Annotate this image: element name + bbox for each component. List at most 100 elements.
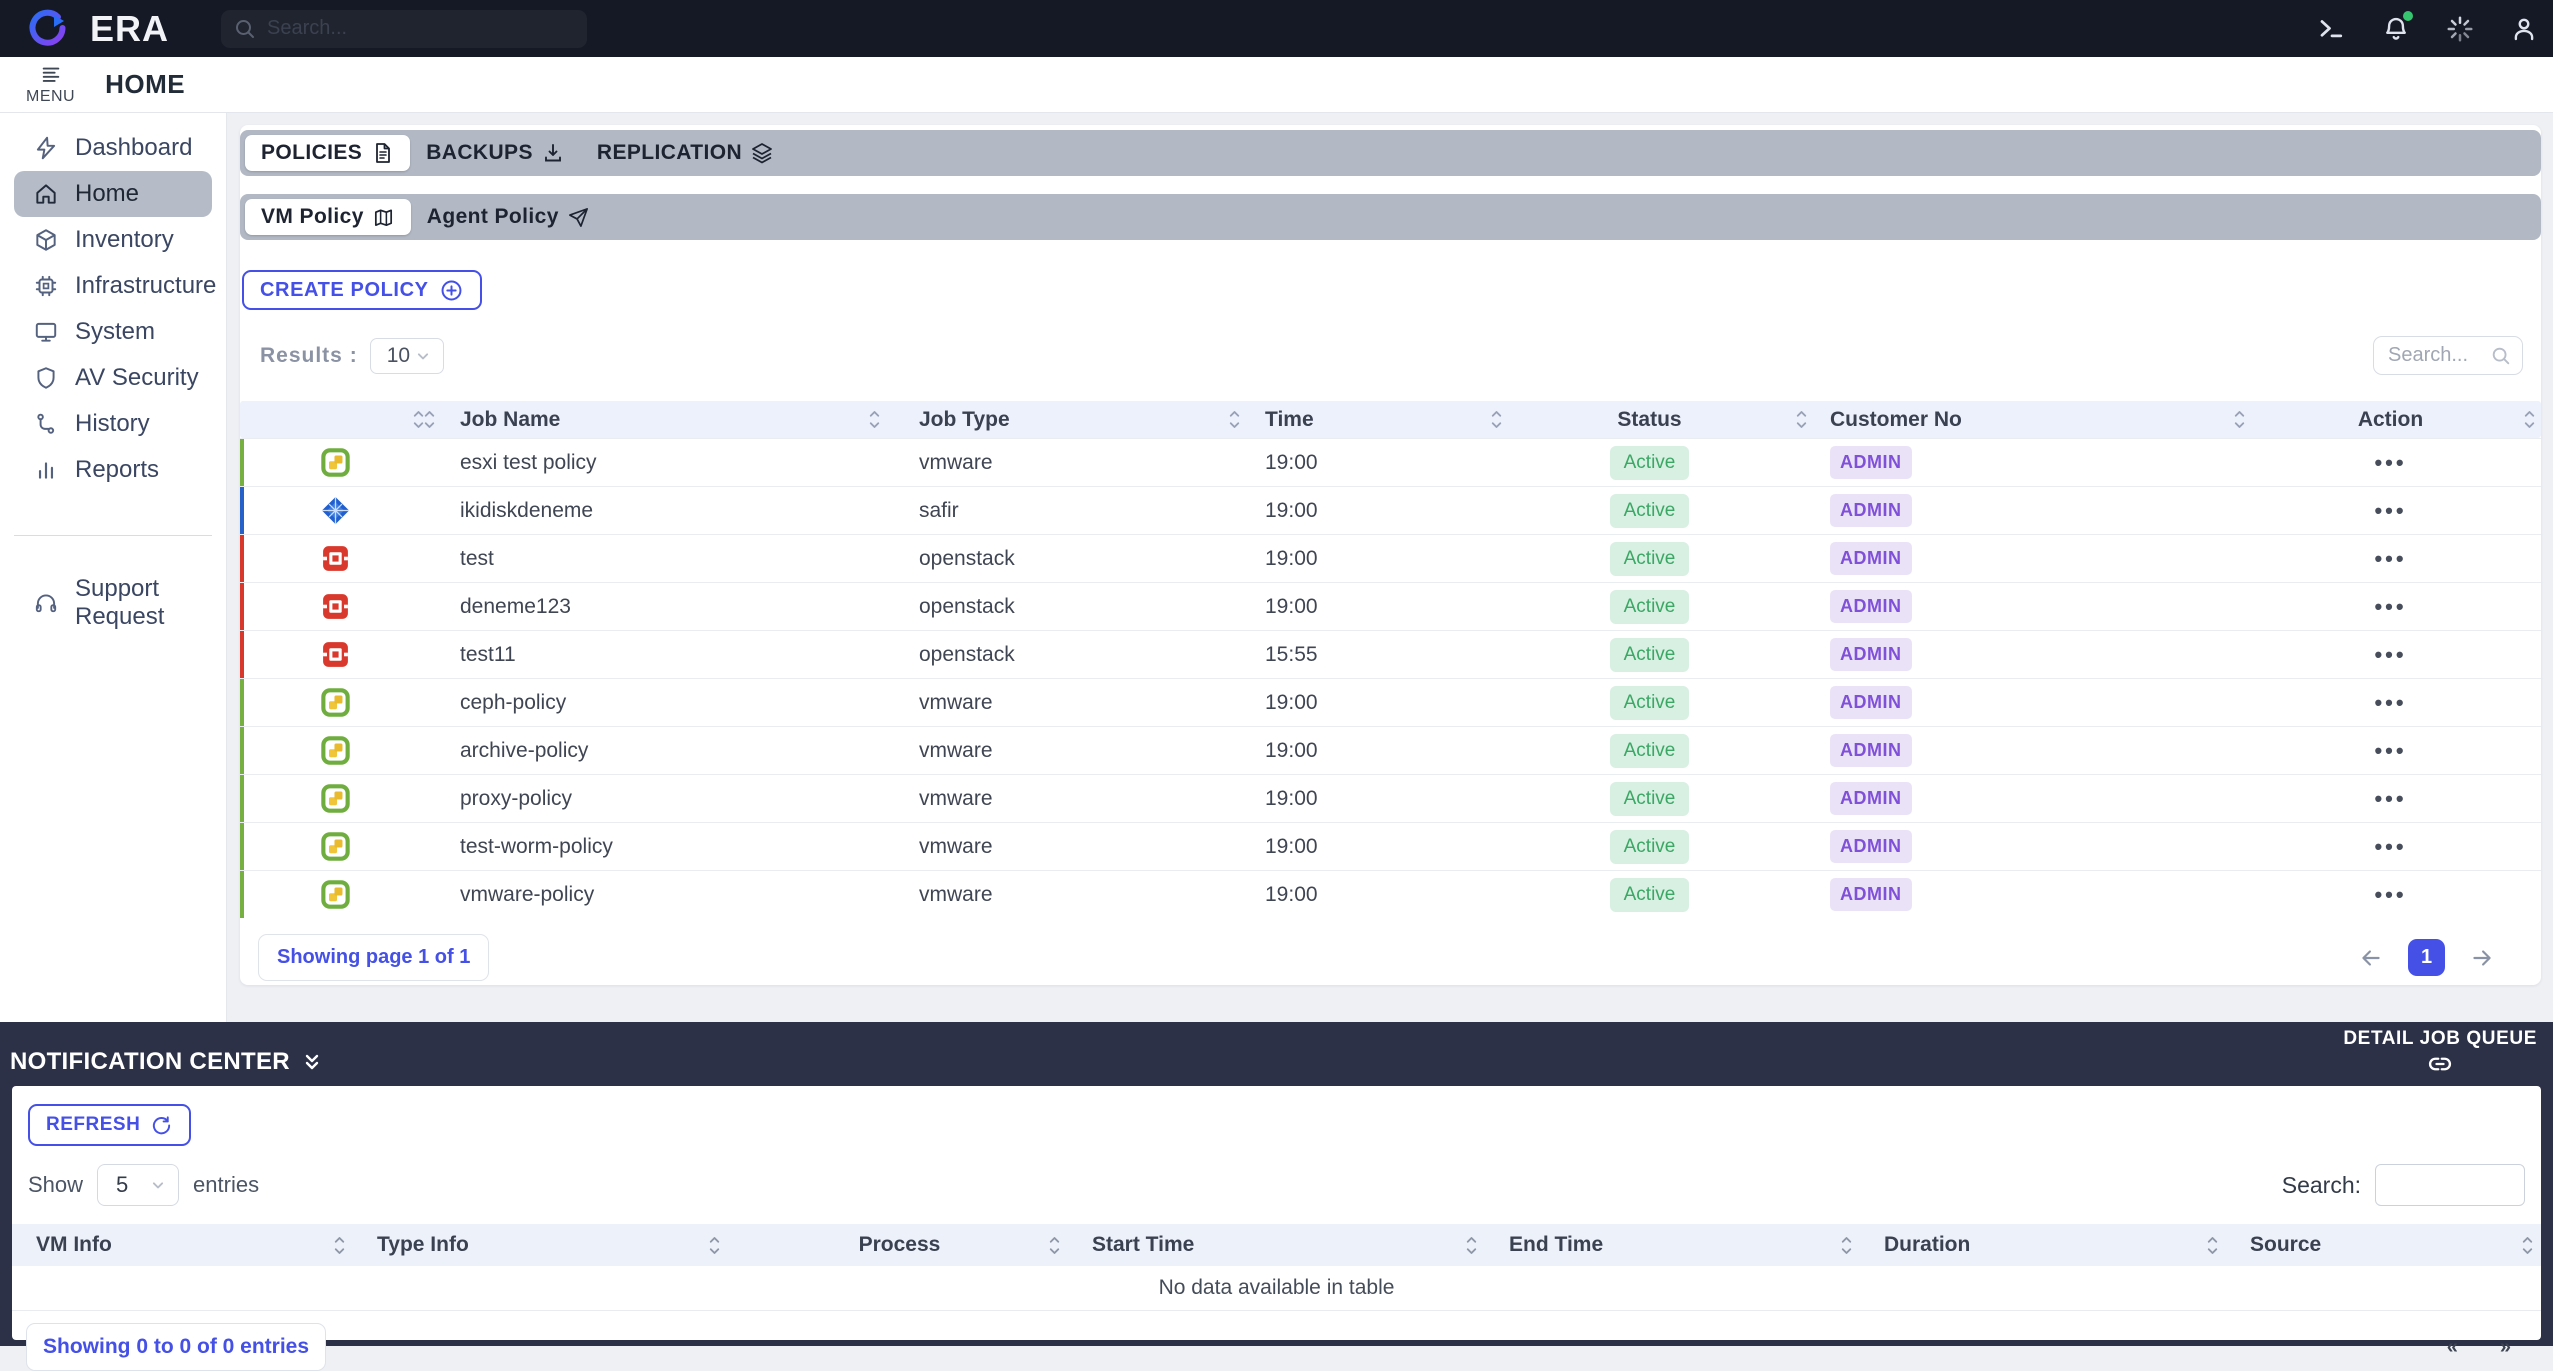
sidebar-item-inventory[interactable]: Inventory — [14, 217, 212, 263]
sort-icon[interactable] — [2205, 1234, 2220, 1257]
row-actions-button[interactable]: ••• — [2374, 498, 2406, 524]
menu-toggle-label: MENU — [26, 88, 75, 106]
job-type-icon-cell — [240, 439, 430, 486]
column-header-type-info[interactable]: Type Info — [353, 1224, 728, 1266]
column-header-end-time[interactable]: End Time — [1485, 1224, 1860, 1266]
job-name-cell: archive-policy — [430, 727, 875, 774]
column-header-action[interactable]: Action — [2240, 401, 2541, 438]
show-label: Show — [28, 1172, 83, 1198]
column-header-duration[interactable]: Duration — [1860, 1224, 2226, 1266]
sort-icon[interactable] — [422, 408, 437, 431]
table-search-input[interactable] — [2388, 344, 2488, 367]
column-header-customer-no[interactable]: Customer No — [1802, 401, 2240, 438]
sidebar-item-system[interactable]: System — [14, 309, 212, 355]
sidebar-item-dashboard[interactable]: Dashboard — [14, 125, 212, 171]
row-actions-button[interactable]: ••• — [2374, 834, 2406, 860]
status-cell: Active — [1497, 631, 1802, 678]
results-per-page-select[interactable]: 10 — [370, 338, 444, 374]
column-header-source[interactable]: Source — [2226, 1224, 2541, 1266]
entries-per-page-select[interactable]: 5 — [97, 1164, 179, 1206]
table-row[interactable]: proxy-policy vmware 19:00 Active ADMIN •… — [240, 774, 2541, 822]
global-search-input[interactable] — [267, 17, 557, 40]
row-actions-button[interactable]: ••• — [2374, 450, 2406, 476]
status-badge: Active — [1610, 734, 1690, 768]
create-policy-button[interactable]: CREATE POLICY — [242, 270, 482, 310]
sort-icon[interactable] — [1227, 408, 1242, 431]
tab-replication[interactable]: REPLICATION — [581, 135, 790, 171]
openstack-icon — [320, 591, 351, 622]
sort-icon[interactable] — [1464, 1234, 1479, 1257]
table-row[interactable]: test openstack 19:00 Active ADMIN ••• — [240, 534, 2541, 582]
sort-icon[interactable] — [1047, 1234, 1062, 1257]
user-icon[interactable] — [2509, 14, 2539, 44]
table-row[interactable]: deneme123 openstack 19:00 Active ADMIN •… — [240, 582, 2541, 630]
prev-page-icon[interactable] — [2358, 945, 2384, 971]
page-number-button[interactable]: 1 — [2408, 939, 2445, 976]
spinner-icon[interactable] — [2445, 14, 2475, 44]
row-actions-button[interactable]: ••• — [2374, 882, 2406, 908]
row-actions-button[interactable]: ••• — [2374, 690, 2406, 716]
refresh-button[interactable]: REFRESH — [28, 1104, 191, 1146]
customer-cell: ADMIN — [1802, 823, 2240, 870]
table-row[interactable]: test-worm-policy vmware 19:00 Active ADM… — [240, 822, 2541, 870]
sort-icon[interactable] — [1489, 408, 1504, 431]
global-search[interactable] — [221, 10, 587, 48]
tab-policies[interactable]: POLICIES — [245, 135, 410, 171]
sort-icon[interactable] — [2520, 1234, 2535, 1257]
sidebar-item-home[interactable]: Home — [14, 171, 212, 217]
notifications-button[interactable] — [2381, 14, 2411, 44]
column-header-process[interactable]: Process — [728, 1224, 1068, 1266]
menu-toggle-button[interactable]: MENU — [26, 64, 75, 106]
sort-icon[interactable] — [332, 1234, 347, 1257]
column-header-start-time[interactable]: Start Time — [1068, 1224, 1485, 1266]
sidebar-item-av-security[interactable]: AV Security — [14, 355, 212, 401]
row-type-stripe — [240, 871, 244, 918]
table-row[interactable]: esxi test policy vmware 19:00 Active ADM… — [240, 438, 2541, 486]
row-actions-button[interactable]: ••• — [2374, 594, 2406, 620]
app-logo-icon[interactable] — [28, 9, 68, 49]
sidebar-item-infrastructure[interactable]: Infrastructure — [14, 263, 212, 309]
row-actions-button[interactable]: ••• — [2374, 642, 2406, 668]
queue-search-input[interactable] — [2375, 1164, 2525, 1206]
tab-agent-policy[interactable]: Agent Policy — [411, 199, 606, 235]
table-row[interactable]: vmware-policy vmware 19:00 Active ADMIN … — [240, 870, 2541, 918]
table-row[interactable]: archive-policy vmware 19:00 Active ADMIN… — [240, 726, 2541, 774]
column-header-time[interactable]: Time — [1235, 401, 1497, 438]
column-header-job-name[interactable]: Job Name — [430, 401, 875, 438]
column-header-vm-info[interactable]: VM Info — [12, 1224, 353, 1266]
sidebar-item-reports[interactable]: Reports — [14, 447, 212, 493]
job-name-cell: esxi test policy — [430, 439, 875, 486]
column-header-icon[interactable] — [240, 401, 430, 438]
table-row[interactable]: ceph-policy vmware 19:00 Active ADMIN ••… — [240, 678, 2541, 726]
column-header-job-type[interactable]: Job Type — [875, 401, 1235, 438]
notification-center-toggle[interactable]: NOTIFICATION CENTER — [10, 1038, 324, 1086]
last-page-button[interactable]: » — [2500, 1336, 2511, 1359]
job-queue-table-header: VM Info Type Info Process Start Time End… — [12, 1224, 2541, 1266]
tab-backups[interactable]: BACKUPS — [410, 135, 581, 171]
row-actions-button[interactable]: ••• — [2374, 738, 2406, 764]
row-actions-button[interactable]: ••• — [2374, 786, 2406, 812]
sort-icon[interactable] — [1794, 408, 1809, 431]
sidebar-item-support-request[interactable]: Support Request — [14, 580, 212, 626]
tab-label: Agent Policy — [427, 205, 559, 229]
showing-entries-button[interactable]: Showing 0 to 0 of 0 entries — [26, 1323, 326, 1371]
sort-icon[interactable] — [1839, 1234, 1854, 1257]
table-row[interactable]: test11 openstack 15:55 Active ADMIN ••• — [240, 630, 2541, 678]
sort-icon[interactable] — [707, 1234, 722, 1257]
action-cell: ••• — [2240, 631, 2541, 678]
next-page-icon[interactable] — [2469, 945, 2495, 971]
table-row[interactable]: ikidiskdeneme safir 19:00 Active ADMIN •… — [240, 486, 2541, 534]
sort-icon[interactable] — [2522, 408, 2537, 431]
row-actions-button[interactable]: ••• — [2374, 546, 2406, 572]
customer-cell: ADMIN — [1802, 679, 2240, 726]
first-page-button[interactable]: « — [2447, 1336, 2458, 1359]
column-header-status[interactable]: Status — [1497, 401, 1802, 438]
terminal-icon[interactable] — [2317, 14, 2347, 44]
table-search[interactable] — [2373, 336, 2523, 375]
sort-icon[interactable] — [2232, 408, 2247, 431]
showing-page-button[interactable]: Showing page 1 of 1 — [258, 934, 489, 981]
detail-job-queue-link[interactable]: DETAIL JOB QUEUE — [2343, 1028, 2537, 1086]
sort-icon[interactable] — [867, 408, 882, 431]
tab-vm-policy[interactable]: VM Policy — [245, 199, 411, 235]
sidebar-item-history[interactable]: History — [14, 401, 212, 447]
